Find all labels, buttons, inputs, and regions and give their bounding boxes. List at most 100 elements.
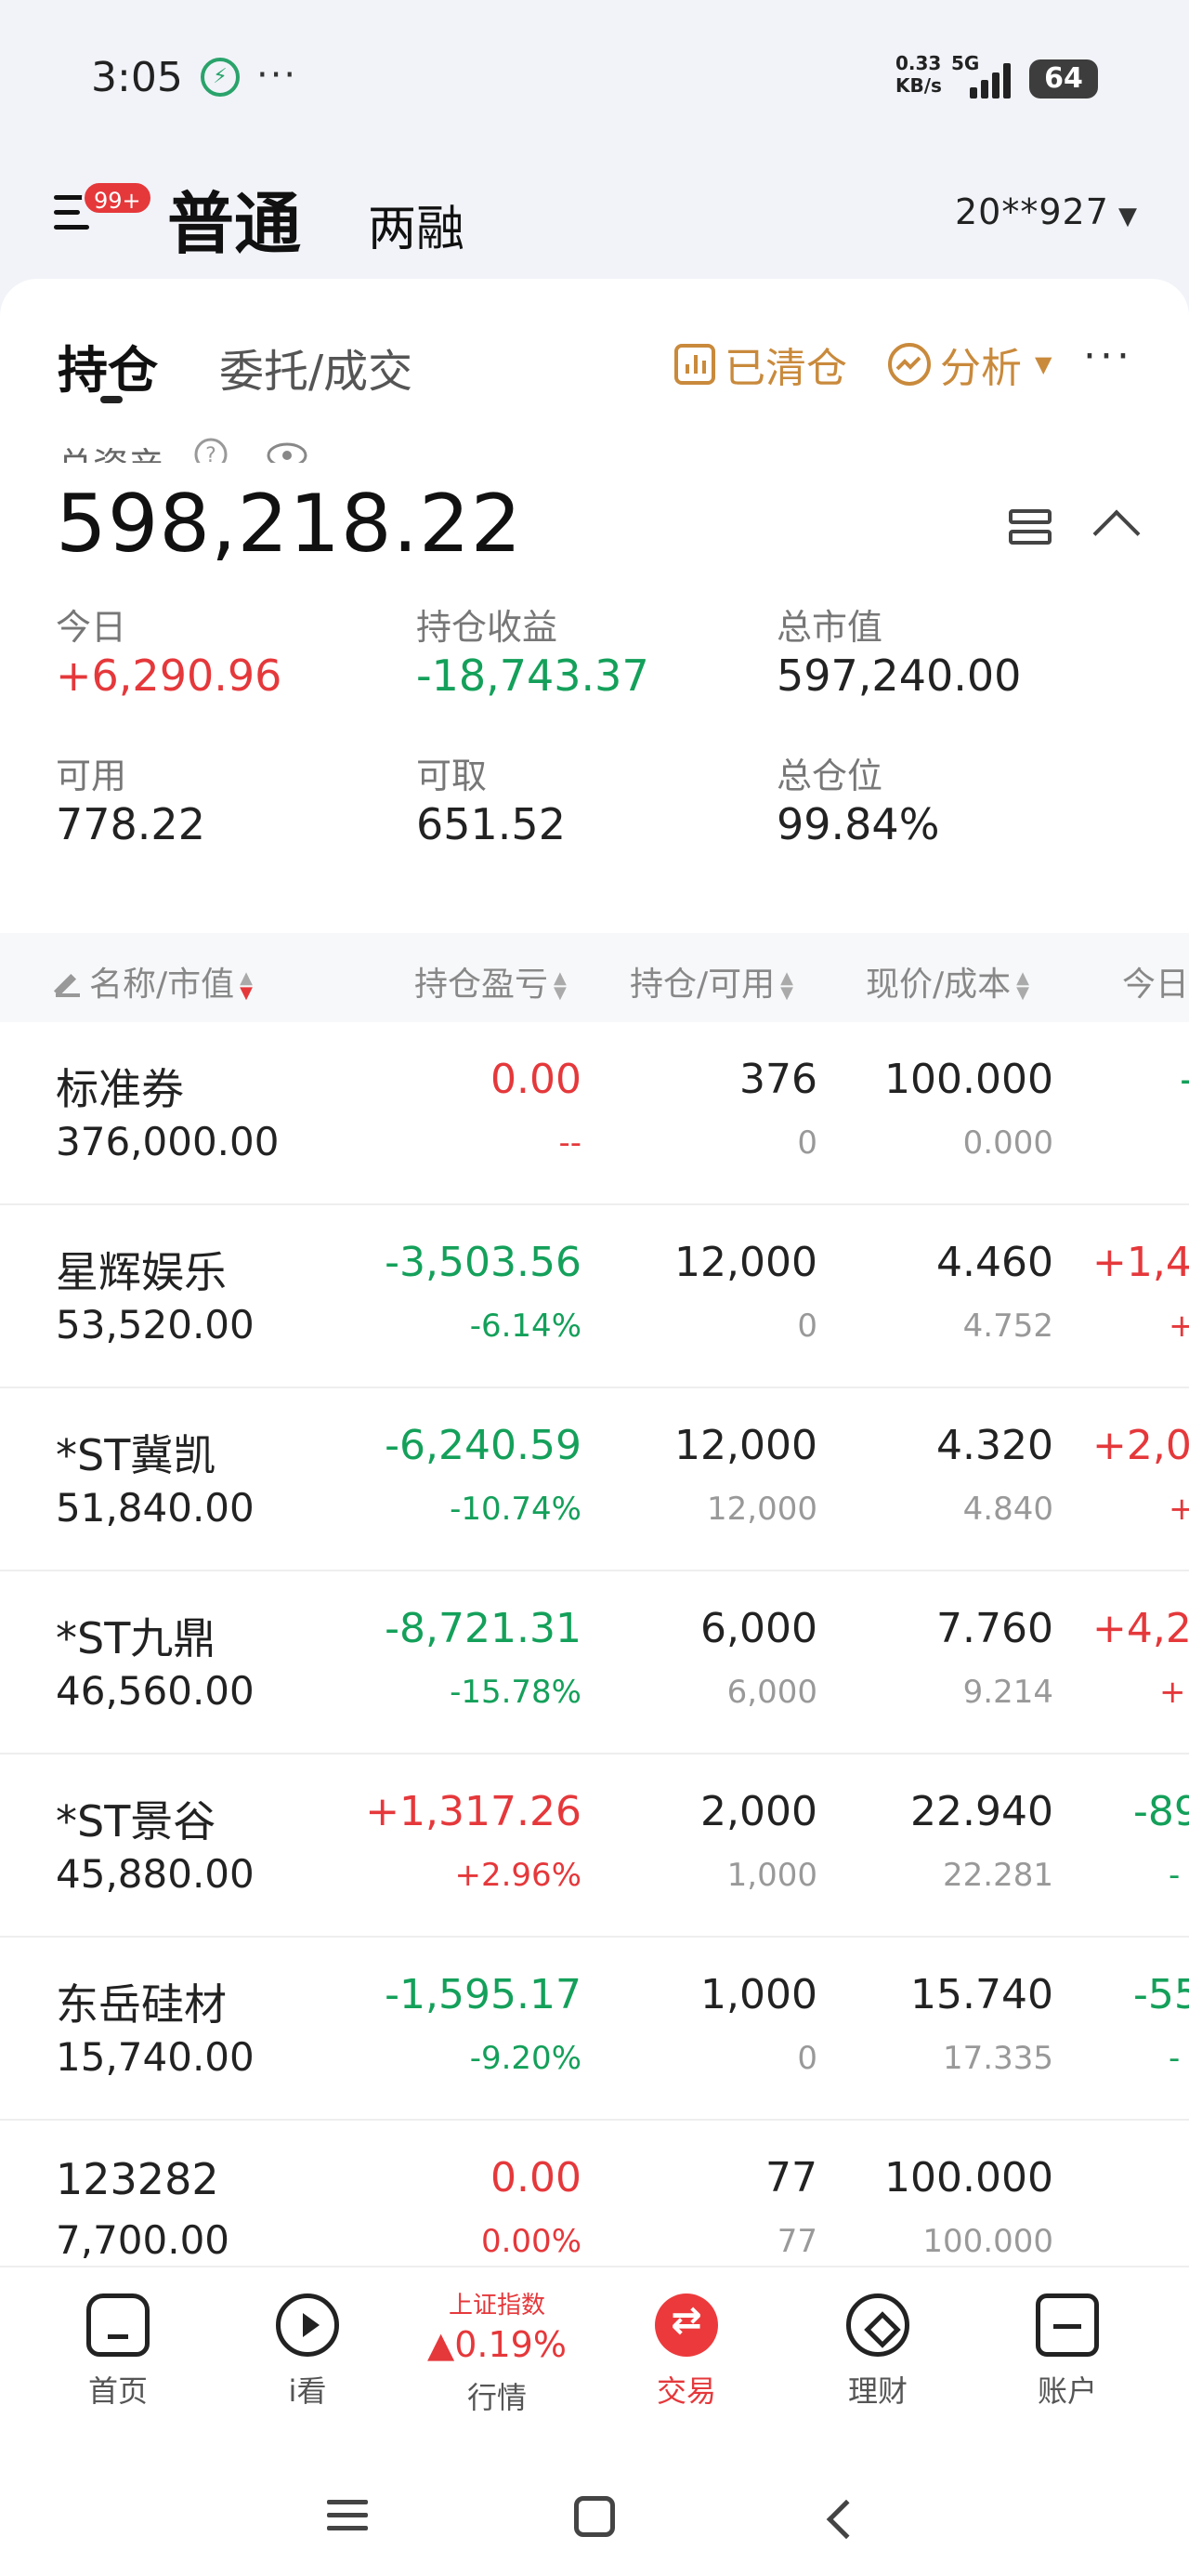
stock-pnl: -8,721.31 xyxy=(385,1605,581,1652)
stat-position-ratio-value: 99.84% xyxy=(777,799,940,849)
stock-today-pnl: +2,04 xyxy=(1092,1422,1189,1469)
stat-today-label: 今日 xyxy=(56,607,127,648)
table-row[interactable]: 123282 7,700.00 0.00 0.00% 77 77 100.000… xyxy=(0,2121,1189,2267)
analysis-button[interactable]: 分析 ▼ xyxy=(888,335,1052,394)
tab-holdings[interactable]: 持仓 xyxy=(58,329,158,402)
sort-icon: ▲ ▼ xyxy=(1016,968,1029,1003)
nav-watch[interactable]: i看 xyxy=(238,2293,377,2411)
nav-watch-label: i看 xyxy=(288,2373,327,2409)
index-change: ▲0.19% xyxy=(427,2324,567,2365)
holdings-card: 持仓 委托/成交 已清仓 分析 ▼ ··· 总资产 ? 598,218.22 今… xyxy=(0,279,1189,2267)
stock-today-pnl: +1,44 xyxy=(1092,1239,1189,1286)
caret-down-icon[interactable]: ▼ xyxy=(1118,203,1137,230)
stock-market-value: 51,840.00 xyxy=(56,1485,255,1531)
stock-cost: 100.000 xyxy=(922,2223,1053,2260)
nav-finance-label: 理财 xyxy=(847,2373,908,2409)
table-row[interactable]: *ST九鼎 46,560.00 -8,721.31 -15.78% 6,000 … xyxy=(0,1571,1189,1755)
help-icon[interactable]: ? xyxy=(193,437,229,463)
stock-pnl-pct: -- xyxy=(558,1124,581,1162)
table-row[interactable]: *ST景谷 45,880.00 +1,317.26 +2.96% 2,000 1… xyxy=(0,1755,1189,1938)
total-assets-value: 598,218.22 xyxy=(56,478,523,571)
tab-margin[interactable]: 两融 xyxy=(368,190,464,259)
stock-name: 星辉娱乐 xyxy=(56,1247,227,1297)
chevron-up-icon[interactable] xyxy=(1092,509,1141,558)
nav-home-label: 首页 xyxy=(87,2373,148,2409)
stock-cost: 17.335 xyxy=(943,2040,1053,2077)
col-price-label: 现价/成本 xyxy=(866,966,1012,1004)
stock-cost: 9.214 xyxy=(962,1674,1053,1711)
app-notification-icon: ⚡ xyxy=(201,58,240,97)
stat-market-value-value: 597,240.00 xyxy=(777,651,1022,701)
stock-today-pct: +1 xyxy=(1159,1674,1189,1711)
sort-icon: ▲ ▼ xyxy=(554,968,567,1003)
table-row[interactable]: 星辉娱乐 53,520.00 -3,503.56 -6.14% 12,000 0… xyxy=(0,1205,1189,1388)
nav-market-label: 行情 xyxy=(466,2380,527,2415)
nav-finance[interactable]: 理财 xyxy=(808,2293,947,2411)
stock-name: 东岳硅材 xyxy=(56,1979,227,2030)
bar-chart-icon xyxy=(674,344,715,385)
cleared-button[interactable]: 已清仓 xyxy=(674,335,847,394)
nav-trade[interactable]: 交易 xyxy=(617,2293,756,2411)
col-pnl-label: 持仓盈亏 xyxy=(414,966,549,1004)
stock-today-pct: + xyxy=(1169,1308,1189,1345)
stock-position: 1,000 xyxy=(700,1971,817,2018)
recent-apps-icon[interactable] xyxy=(327,2500,368,2533)
tab-orders[interactable]: 委托/成交 xyxy=(219,335,412,400)
stock-today-pnl: +4,26 xyxy=(1092,1605,1189,1652)
status-bar: 3:05 ⚡ ··· 0.33 KB/s 5G 64 xyxy=(0,0,1189,158)
nav-home[interactable]: 首页 xyxy=(48,2293,188,2411)
nav-market[interactable]: 上证指数 ▲0.19% 行情 xyxy=(427,2284,567,2417)
stock-price: 100.000 xyxy=(884,2154,1053,2201)
tab-normal[interactable]: 普通 xyxy=(167,169,301,267)
trend-icon xyxy=(888,343,931,386)
col-name-header[interactable]: 名称/市值 ▲ ▼ xyxy=(56,957,253,1005)
eye-icon[interactable] xyxy=(266,437,308,463)
status-time: 3:05 xyxy=(91,54,183,101)
total-assets-label: 总资产 xyxy=(58,437,163,463)
stock-today-pct: - xyxy=(1169,2040,1181,2077)
stock-pnl-pct: -15.78% xyxy=(450,1674,581,1711)
more-icon[interactable]: ··· xyxy=(1083,333,1133,380)
stat-available-label: 可用 xyxy=(56,756,127,796)
signal-icon xyxy=(970,61,1016,99)
stock-pnl-pct: +2.96% xyxy=(454,1857,582,1894)
stock-pnl: 0.00 xyxy=(490,1056,581,1103)
trade-icon xyxy=(655,2293,718,2357)
stock-name: 标准券 xyxy=(56,1064,184,1114)
nav-trade-label: 交易 xyxy=(656,2373,716,2409)
stock-available: 0 xyxy=(797,1124,817,1162)
account-selector[interactable]: 20**927 xyxy=(955,191,1109,232)
stock-today-pnl: -89 xyxy=(1133,1788,1189,1835)
table-row[interactable]: 东岳硅材 15,740.00 -1,595.17 -9.20% 1,000 0 … xyxy=(0,1938,1189,2121)
caret-down-icon: ▼ xyxy=(1035,351,1052,377)
col-position-header[interactable]: 持仓/可用 ▲ ▼ xyxy=(630,957,793,1005)
stock-available: 6,000 xyxy=(726,1674,817,1711)
net-speed-unit: KB/s xyxy=(895,74,942,97)
stock-pnl: +1,317.26 xyxy=(365,1788,581,1835)
stock-price: 7.760 xyxy=(936,1605,1053,1652)
stock-market-value: 15,740.00 xyxy=(56,2034,255,2080)
net-speed: 0.33 KB/s xyxy=(895,52,942,97)
stock-pnl: -3,503.56 xyxy=(385,1239,581,1286)
col-pnl-header[interactable]: 持仓盈亏 ▲ ▼ xyxy=(414,957,567,1005)
table-row[interactable]: 标准券 376,000.00 0.00 -- 376 0 100.000 0.0… xyxy=(0,1022,1189,1205)
stat-holding-pnl-label: 持仓收益 xyxy=(416,607,558,648)
net-speed-value: 0.33 xyxy=(895,52,942,74)
account-icon xyxy=(1036,2293,1099,2357)
back-icon[interactable] xyxy=(826,2499,867,2540)
col-today-header[interactable]: 今日 xyxy=(1122,957,1189,1005)
stock-position: 376 xyxy=(739,1056,817,1103)
stock-pnl: -6,240.59 xyxy=(385,1422,581,1469)
stock-position: 77 xyxy=(765,2154,817,2201)
stat-holding-pnl-value: -18,743.37 xyxy=(416,651,649,701)
layout-toggle-icon[interactable] xyxy=(1009,509,1052,546)
stock-price: 22.940 xyxy=(910,1788,1053,1835)
nav-account[interactable]: 账户 xyxy=(998,2293,1137,2411)
col-price-header[interactable]: 现价/成本 ▲ ▼ xyxy=(866,957,1029,1005)
stock-today-pnl: -55 xyxy=(1133,1971,1189,2018)
stock-price: 4.460 xyxy=(936,1239,1053,1286)
home-button-icon[interactable] xyxy=(574,2496,615,2537)
col-name-label: 名称/市值 xyxy=(89,966,235,1004)
status-more-dots: ··· xyxy=(256,54,298,97)
table-row[interactable]: *ST冀凯 51,840.00 -6,240.59 -10.74% 12,000… xyxy=(0,1388,1189,1571)
